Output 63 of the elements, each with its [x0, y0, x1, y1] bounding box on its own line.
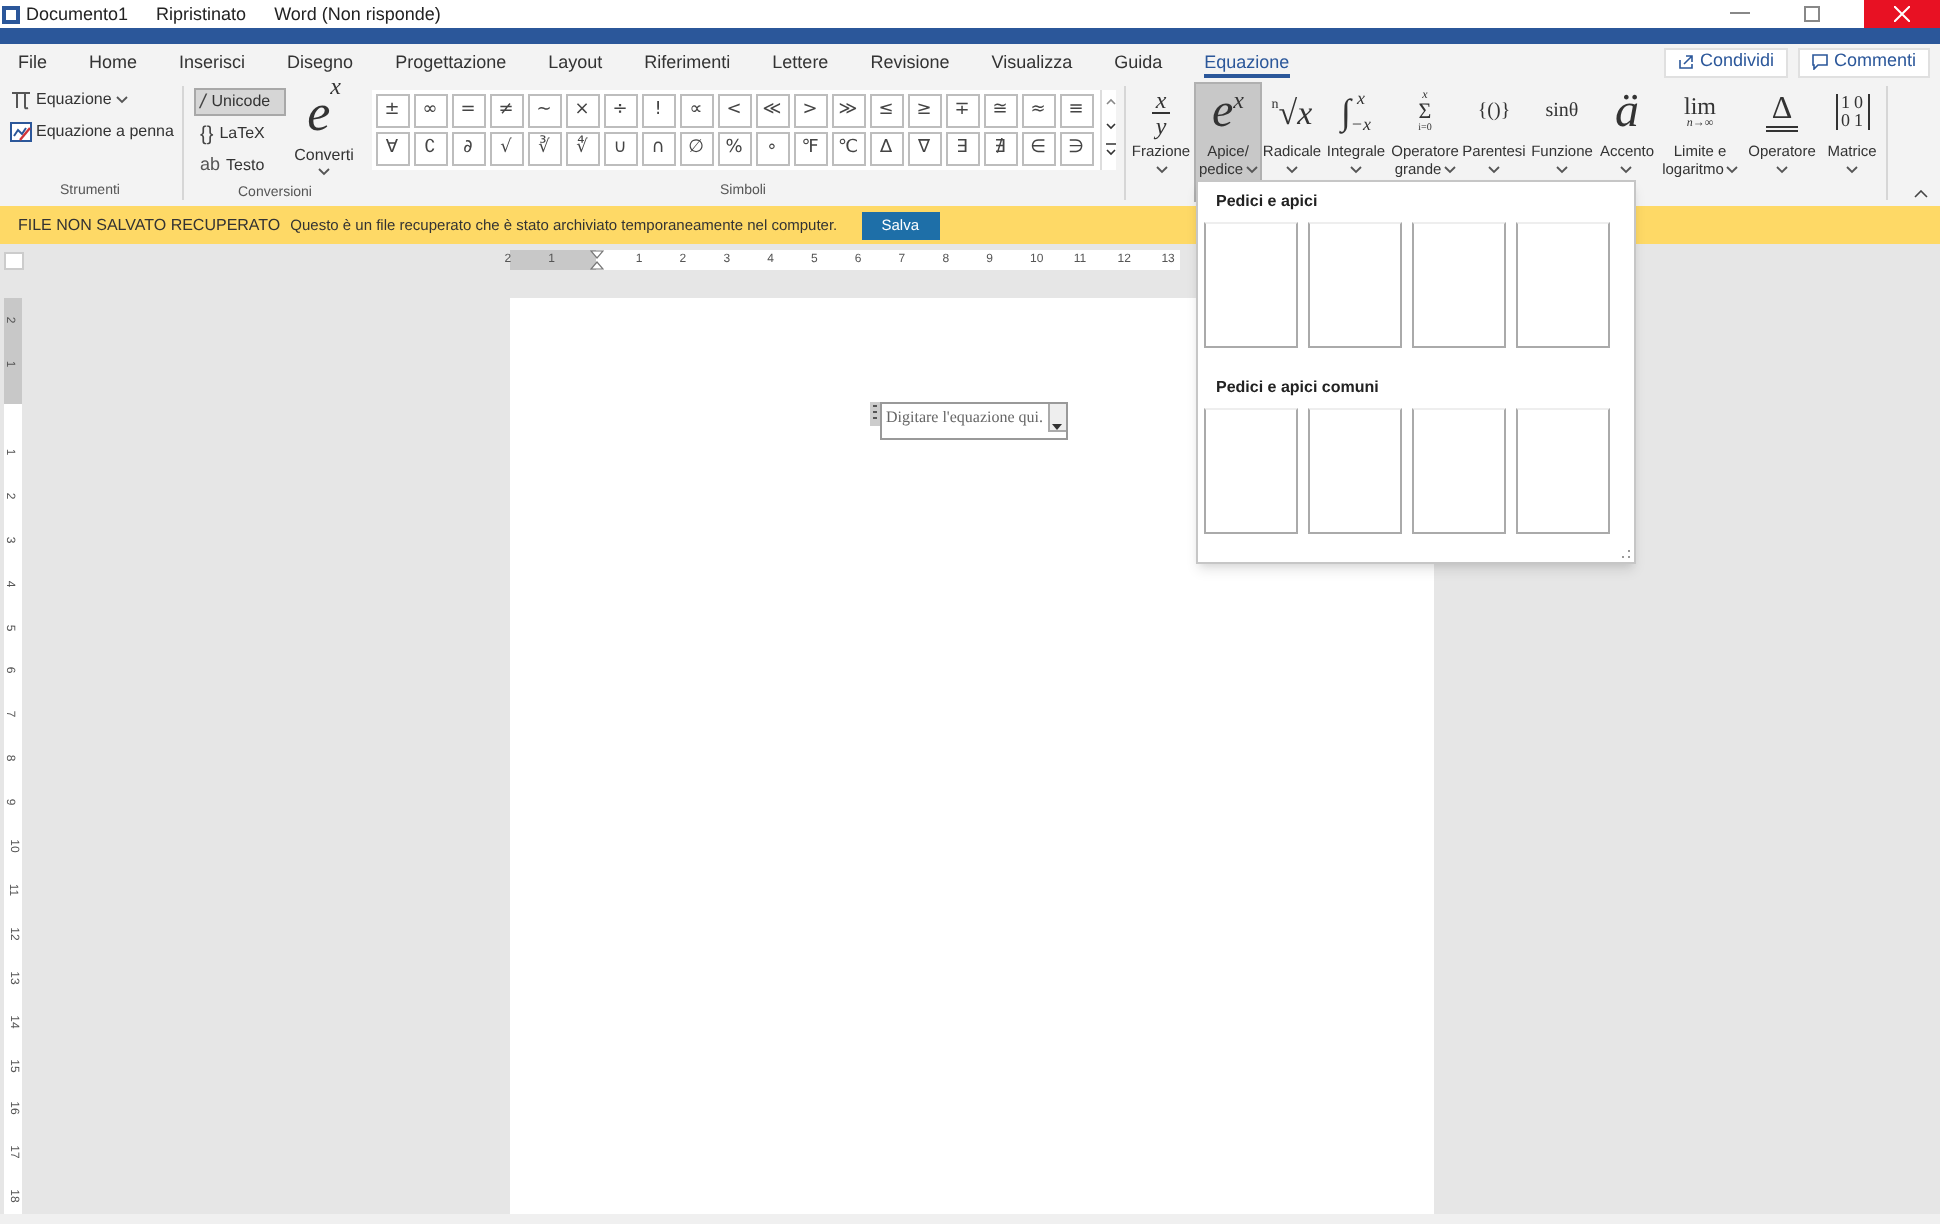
ribbon-tab[interactable]: Home: [89, 46, 138, 78]
symbol-button[interactable]: ∘: [755, 132, 789, 166]
ink-equation-button[interactable]: Equazione a penna: [10, 118, 182, 146]
latex-button[interactable]: {} LaTeX: [194, 120, 286, 148]
ribbon-tab[interactable]: Progettazione: [395, 46, 507, 78]
symbol-button[interactable]: ∩: [641, 132, 675, 166]
symbol-button[interactable]: ∈: [1021, 132, 1055, 166]
symbol-button[interactable]: ≪: [755, 94, 789, 128]
symbol-button[interactable]: !: [641, 94, 675, 128]
symbol-button[interactable]: ℃: [831, 132, 865, 166]
ribbon-tab[interactable]: Visualizza: [991, 46, 1073, 78]
symbol-button[interactable]: ∪: [603, 132, 637, 166]
symbol-button[interactable]: ∓: [945, 94, 979, 128]
symbol-button[interactable]: ∄: [983, 132, 1017, 166]
symbol-button[interactable]: ∝: [679, 94, 713, 128]
window-title: Documento1: [26, 5, 129, 23]
symbol-button[interactable]: ∃: [945, 132, 979, 166]
symbol-button[interactable]: ×: [565, 94, 599, 128]
ribbon-tab[interactable]: Inserisci: [179, 46, 246, 78]
equation-button[interactable]: Equazione: [10, 86, 182, 114]
ribbon-tab[interactable]: Lettere: [772, 46, 829, 78]
symbol-button[interactable]: ∞: [413, 94, 447, 128]
symbol-button[interactable]: √: [489, 132, 523, 166]
symbol-button[interactable]: ≡: [1059, 94, 1093, 128]
ribbon-tab[interactable]: Revisione: [870, 46, 950, 78]
symbol-button[interactable]: ∀: [375, 132, 409, 166]
symbol-button[interactable]: >: [793, 94, 827, 128]
text-button[interactable]: ab Testo: [194, 152, 286, 180]
symbol-button[interactable]: ~: [527, 94, 561, 128]
symbol-button[interactable]: ∂: [451, 132, 485, 166]
symbol-button[interactable]: ≅: [983, 94, 1017, 128]
equation-field[interactable]: Digitare l'equazione qui.: [880, 402, 1068, 440]
ribbon-tab[interactable]: Riferimenti: [644, 46, 731, 78]
symbol-button[interactable]: ±: [375, 94, 409, 128]
symbol-button[interactable]: ∇: [907, 132, 941, 166]
share-button[interactable]: Condividi: [1663, 47, 1788, 77]
symbol-button[interactable]: ≠: [489, 94, 523, 128]
symbol-button[interactable]: ∆: [869, 132, 903, 166]
symbol-button[interactable]: ≈: [1021, 94, 1055, 128]
symbol-button[interactable]: ÷: [603, 94, 637, 128]
comments-button[interactable]: Commenti: [1797, 47, 1930, 77]
section-heading: Pedici e apici comuni: [1216, 376, 1381, 400]
symbol-button[interactable]: <: [717, 94, 751, 128]
unicode-button[interactable]: / Unicode: [194, 88, 286, 116]
symbol-button[interactable]: ℉: [793, 132, 827, 166]
symbol-button[interactable]: ∜: [565, 132, 599, 166]
ribbon-tab[interactable]: Disegno: [287, 46, 354, 78]
convert-button[interactable]: e$^{x}$ Converti: [288, 88, 360, 184]
window-title: Word (Non risponde): [274, 5, 441, 23]
symbol-button[interactable]: ≤: [869, 94, 903, 128]
ribbon-tab[interactable]: Guida: [1114, 46, 1163, 78]
info-title: FILE NON SALVATO RECUPERATO: [18, 213, 281, 237]
window-title: Ripristinato: [156, 5, 247, 23]
symbol-button[interactable]: %: [717, 132, 751, 166]
ribbon-tab[interactable]: Layout: [548, 46, 603, 78]
symbol-button[interactable]: ≫: [831, 94, 865, 128]
symbol-button[interactable]: ∅: [679, 132, 713, 166]
symbol-button[interactable]: ∁: [413, 132, 447, 166]
symbol-button[interactable]: ∛: [527, 132, 561, 166]
symbol-button[interactable]: =: [451, 94, 485, 128]
symbol-button[interactable]: ≥: [907, 94, 941, 128]
symbol-button[interactable]: ∋: [1059, 132, 1093, 166]
ribbon-tab[interactable]: File: [18, 46, 48, 78]
